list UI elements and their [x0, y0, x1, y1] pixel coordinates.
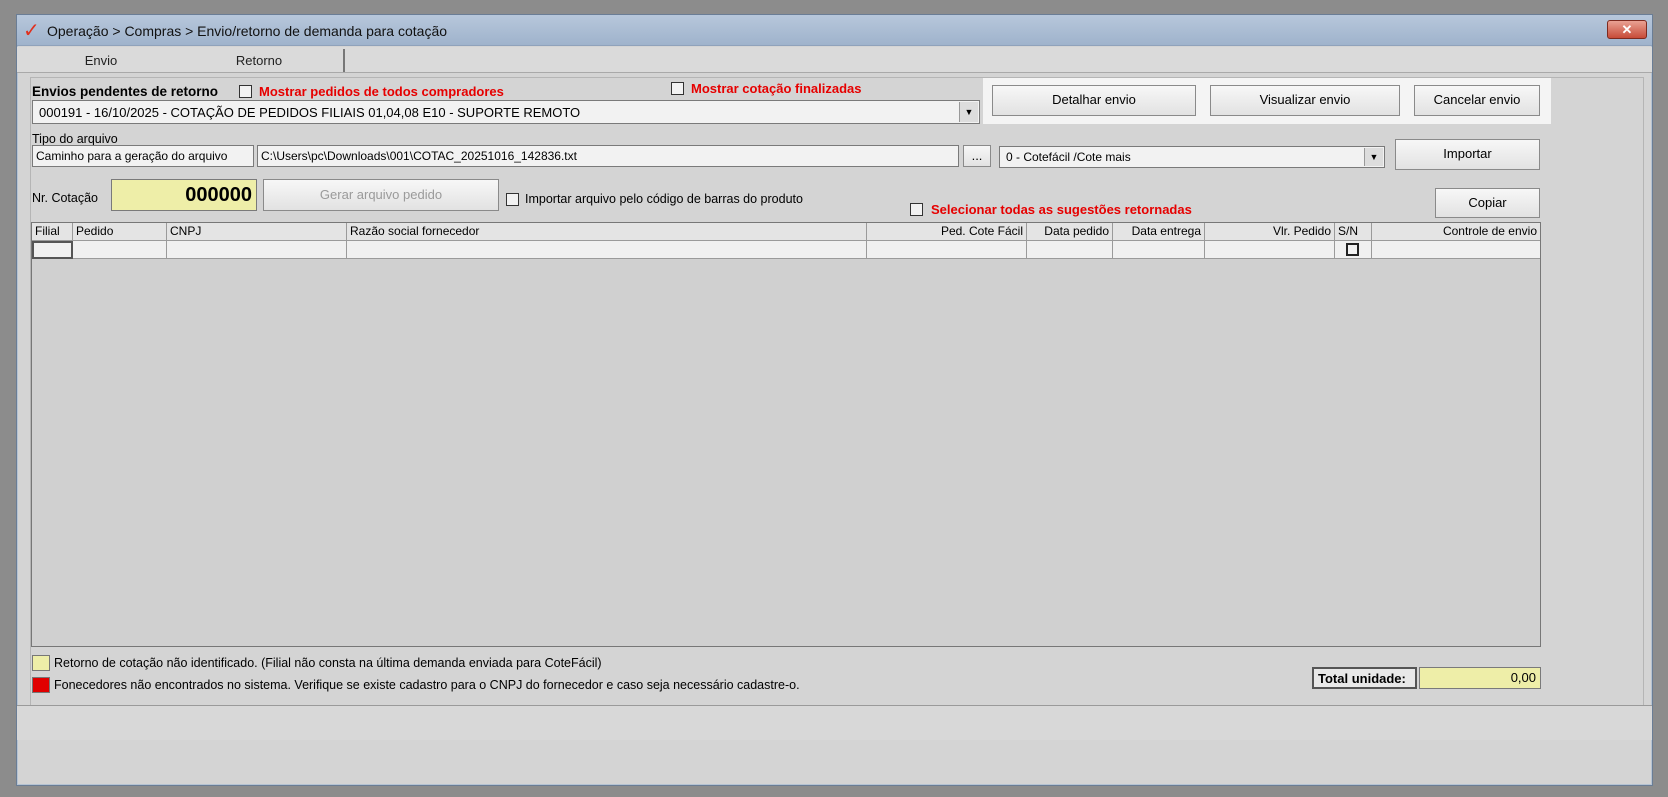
grid-cell-data-entrega[interactable] [1113, 241, 1205, 259]
grid-cell-razao-social[interactable] [347, 241, 867, 259]
envios-label: Envios pendentes de retorno [32, 84, 219, 99]
grid-cell-sn[interactable] [1335, 241, 1372, 259]
grid-header-ped-cote-facil[interactable]: Ped. Cote Fácil [867, 223, 1027, 241]
status-bar [17, 706, 1652, 740]
grid-header-vlr-pedido[interactable]: Vlr. Pedido [1205, 223, 1335, 241]
tipo-arquivo-label: Tipo do arquivo [32, 132, 118, 146]
grid-sn-checkbox[interactable] [1346, 243, 1359, 256]
copiar-button[interactable]: Copiar [1435, 188, 1540, 218]
total-unidade-label: Total unidade: [1312, 667, 1417, 689]
grid-cell-filial[interactable] [32, 241, 73, 259]
barcode-import-checkbox[interactable] [506, 193, 519, 206]
chevron-down-icon[interactable]: ▼ [1364, 148, 1383, 166]
tipo-arquivo-value: 0 - Cotefácil /Cote mais [1006, 150, 1131, 164]
path-input[interactable]: C:\Users\pc\Downloads\001\COTAC_20251016… [257, 145, 959, 167]
tab-envio[interactable]: Envio [27, 49, 175, 72]
show-finished-label: Mostrar cotação finalizadas [691, 81, 862, 96]
path-label: Caminho para a geração do arquivo [32, 145, 254, 167]
legend-swatch-red [32, 677, 50, 693]
gerar-arquivo-button[interactable]: Gerar arquivo pedido [263, 179, 499, 211]
cotacao-label: Nr. Cotação [32, 191, 99, 205]
select-all-suggestions-checkbox[interactable] [910, 203, 923, 216]
chevron-down-icon[interactable]: ▼ [959, 102, 978, 122]
grid-header-pedido[interactable]: Pedido [73, 223, 167, 241]
grid-cell-data-pedido[interactable] [1027, 241, 1113, 259]
show-all-buyers-label: Mostrar pedidos de todos compradores [259, 84, 504, 99]
grid-header-data-pedido[interactable]: Data pedido [1027, 223, 1113, 241]
suggestions-grid[interactable]: Filial Pedido CNPJ Razão social forneced… [31, 222, 1541, 647]
window-title: Operação > Compras > Envio/retorno de de… [47, 23, 448, 39]
envio-select-value: 000191 - 16/10/2025 - COTAÇÃO DE PEDIDOS… [39, 105, 581, 120]
grid-header-cnpj[interactable]: CNPJ [167, 223, 347, 241]
legend-text-red: Fonecedores não encontrados no sistema. … [54, 678, 800, 692]
grid-cell-pedido[interactable] [73, 241, 167, 259]
legend-text-yellow: Retorno de cotação não identificado. (Fi… [54, 656, 602, 670]
importar-button[interactable]: Importar [1395, 139, 1540, 170]
title-bar: ✓ Operação > Compras > Envio/retorno de … [17, 15, 1652, 46]
visualizar-envio-button[interactable]: Visualizar envio [1210, 85, 1400, 116]
detalhar-envio-button[interactable]: Detalhar envio [992, 85, 1196, 116]
grid-cell-cnpj[interactable] [167, 241, 347, 259]
total-unidade-value: 0,00 [1419, 667, 1541, 689]
grid-cell-vlr-pedido[interactable] [1205, 241, 1335, 259]
cotacao-number-field[interactable]: 000000 [111, 179, 257, 211]
select-all-suggestions-label: Selecionar todas as sugestões retornadas [931, 202, 1192, 217]
grid-header-sn[interactable]: S/N [1335, 223, 1372, 241]
envio-select[interactable]: 000191 - 16/10/2025 - COTAÇÃO DE PEDIDOS… [32, 100, 980, 124]
main-window: ✓ Operação > Compras > Envio/retorno de … [16, 14, 1653, 786]
tab-retorno[interactable]: Retorno [175, 49, 345, 72]
grid-header-filial[interactable]: Filial [32, 223, 73, 241]
show-finished-checkbox[interactable] [671, 82, 684, 95]
cancelar-envio-button[interactable]: Cancelar envio [1414, 85, 1540, 116]
grid-cell-ped-cote-facil[interactable] [867, 241, 1027, 259]
tipo-arquivo-select[interactable]: 0 - Cotefácil /Cote mais ▼ [999, 146, 1385, 168]
grid-header-data-entrega[interactable]: Data entrega [1113, 223, 1205, 241]
app-check-icon: ✓ [23, 18, 40, 42]
tab-bar: Envio Retorno [17, 47, 1652, 73]
legend-swatch-yellow [32, 655, 50, 671]
grid-cell-controle-envio[interactable] [1372, 241, 1540, 259]
barcode-import-label: Importar arquivo pelo código de barras d… [525, 192, 803, 206]
close-button[interactable]: ✕ [1607, 20, 1647, 39]
browse-button[interactable]: ... [963, 145, 991, 167]
show-all-buyers-checkbox[interactable] [239, 85, 252, 98]
grid-header-controle-envio[interactable]: Controle de envio [1372, 223, 1540, 241]
grid-header-razao-social[interactable]: Razão social fornecedor [347, 223, 867, 241]
